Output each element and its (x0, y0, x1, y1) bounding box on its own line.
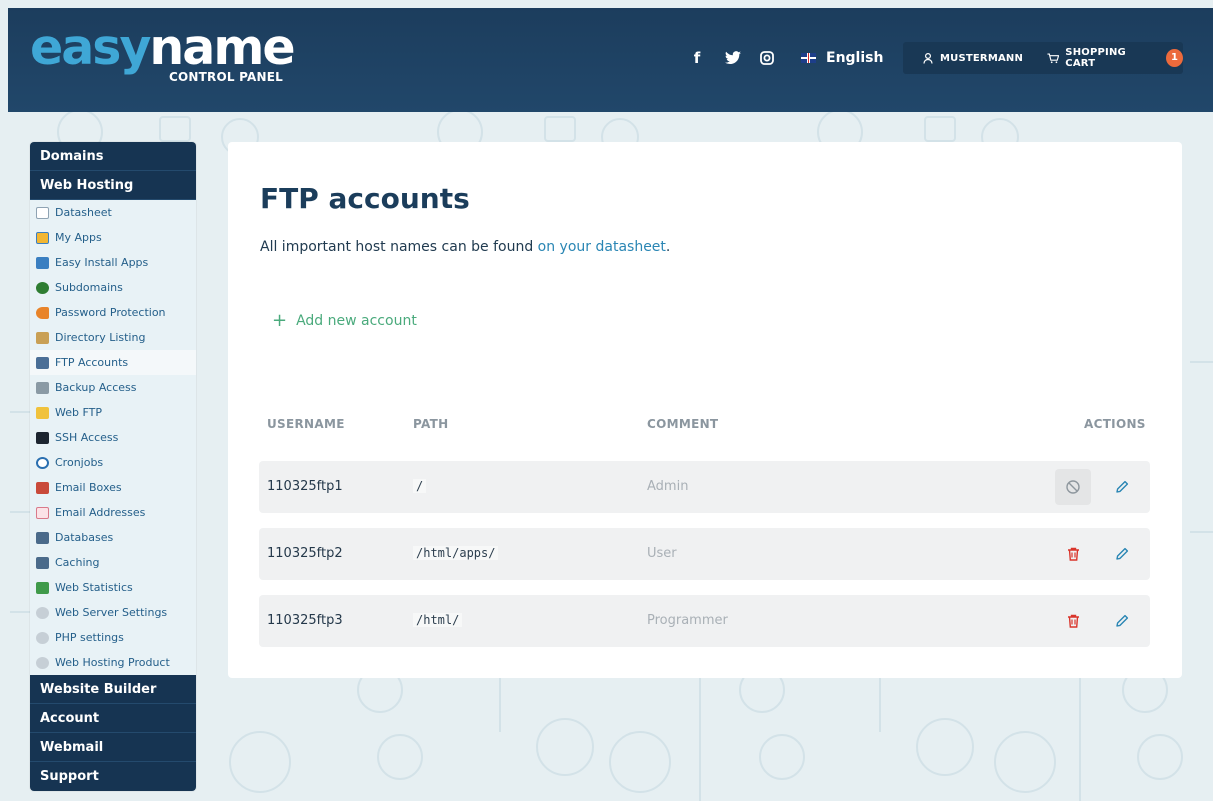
cart-label: SHOPPING CART (1065, 47, 1126, 69)
edit-button[interactable] (1104, 603, 1140, 639)
database-icon (36, 531, 49, 544)
trash-icon (1067, 614, 1079, 628)
sidebar-item-php-settings[interactable]: PHP settings (30, 625, 196, 650)
pencil-icon (1116, 480, 1129, 493)
datasheet-icon (36, 206, 49, 219)
sidebar-nav: Domains Web Hosting Datasheet My Apps Ea… (30, 142, 196, 791)
sidebar-item-web-statistics[interactable]: Web Statistics (30, 575, 196, 600)
delete-button[interactable] (1055, 603, 1091, 639)
sidebar-item-web-ftp[interactable]: Web FTP (30, 400, 196, 425)
plus-icon: + (272, 310, 288, 331)
edit-button[interactable] (1104, 469, 1140, 505)
sidebar-item-password-protection[interactable]: Password Protection (30, 300, 196, 325)
sidebar-item-email-boxes[interactable]: Email Boxes (30, 475, 196, 500)
trash-icon (1067, 547, 1079, 561)
comment-cell: Programmer (647, 613, 728, 628)
sidebar-section-support[interactable]: Support (30, 762, 196, 791)
sidebar-section-website-builder[interactable]: Website Builder (30, 675, 196, 704)
settings-icon (36, 606, 49, 619)
sidebar-item-ftp-accounts[interactable]: FTP Accounts (30, 350, 196, 375)
sidebar-section-web-hosting[interactable]: Web Hosting (30, 171, 196, 200)
sidebar-item-directory-listing[interactable]: Directory Listing (30, 325, 196, 350)
datasheet-link[interactable]: on your datasheet (538, 239, 666, 255)
table-row: 110325ftp2 /html/apps/ User (259, 528, 1150, 580)
twitter-icon[interactable] (725, 48, 741, 68)
install-icon (36, 256, 49, 269)
username-label: MUSTERMANN (940, 52, 1024, 64)
cart-count-badge: 1 (1166, 49, 1183, 67)
add-new-account-button[interactable]: + Add new account (272, 310, 417, 331)
sidebar-section-domains[interactable]: Domains (30, 142, 196, 171)
globe-icon (36, 281, 49, 294)
sidebar-item-web-hosting-product[interactable]: Web Hosting Product (30, 650, 196, 675)
clock-icon (36, 456, 49, 469)
user-icon (923, 52, 933, 64)
statistics-icon (36, 581, 49, 594)
path-cell: / (413, 479, 427, 493)
cache-icon (36, 556, 49, 569)
sidebar-item-subdomains[interactable]: Subdomains (30, 275, 196, 300)
key-icon (36, 306, 49, 319)
intro-text: All important host names can be found on… (260, 239, 671, 255)
camera-icon (36, 381, 49, 394)
delete-button[interactable] (1055, 536, 1091, 572)
table-row: 110325ftp1 / Admin (259, 461, 1150, 513)
column-header-username: USERNAME (267, 417, 345, 431)
pencil-icon (1116, 614, 1129, 627)
main-panel: FTP accounts All important host names ca… (228, 142, 1182, 678)
logo-subtitle: CONTROL PANEL (169, 70, 283, 84)
pencil-icon (1116, 547, 1129, 560)
sidebar-section-account[interactable]: Account (30, 704, 196, 733)
uk-flag-icon (801, 53, 816, 63)
facebook-icon[interactable]: f (689, 48, 705, 68)
table-row: 110325ftp3 /html/ Programmer (259, 595, 1150, 647)
path-cell: /html/ (413, 613, 463, 627)
cart-icon (1047, 53, 1060, 63)
sidebar-item-backup-access[interactable]: Backup Access (30, 375, 196, 400)
shopping-cart-button[interactable]: SHOPPING CART 1 (1047, 47, 1183, 69)
username-cell: 110325ftp2 (267, 546, 343, 561)
sidebar-item-caching[interactable]: Caching (30, 550, 196, 575)
apps-icon (36, 231, 49, 244)
folder-open-icon (36, 331, 49, 344)
language-label: English (826, 50, 884, 66)
sidebar-item-easy-install-apps[interactable]: Easy Install Apps (30, 250, 196, 275)
user-bar: MUSTERMANN SHOPPING CART 1 (903, 42, 1183, 74)
instagram-icon[interactable] (760, 48, 774, 68)
column-header-actions: ACTIONS (1084, 417, 1146, 431)
username-cell: 110325ftp1 (267, 479, 343, 494)
delete-disabled-button[interactable] (1055, 469, 1091, 505)
terminal-icon (36, 431, 49, 444)
page-title: FTP accounts (260, 182, 470, 215)
comment-cell: User (647, 546, 677, 561)
top-header: easyname CONTROL PANEL f English MUSTERM… (8, 8, 1213, 112)
column-header-comment: COMMENT (647, 417, 719, 431)
user-menu[interactable]: MUSTERMANN (923, 53, 1023, 64)
blocked-icon (1066, 480, 1080, 494)
folder-icon (36, 406, 49, 419)
sidebar-item-ssh-access[interactable]: SSH Access (30, 425, 196, 450)
path-cell: /html/apps/ (413, 546, 499, 560)
sidebar-item-cronjobs[interactable]: Cronjobs (30, 450, 196, 475)
sidebar-item-databases[interactable]: Databases (30, 525, 196, 550)
column-header-path: PATH (413, 417, 449, 431)
settings-icon (36, 656, 49, 669)
sidebar-section-webmail[interactable]: Webmail (30, 733, 196, 762)
language-selector[interactable]: English (801, 47, 883, 69)
username-cell: 110325ftp3 (267, 613, 343, 628)
easyname-logo[interactable]: easyname (30, 20, 296, 76)
comment-cell: Admin (647, 479, 689, 494)
sidebar-item-my-apps[interactable]: My Apps (30, 225, 196, 250)
sidebar-item-datasheet[interactable]: Datasheet (30, 200, 196, 225)
mailbox-icon (36, 481, 49, 494)
sidebar-item-web-server-settings[interactable]: Web Server Settings (30, 600, 196, 625)
ftp-icon (36, 356, 49, 369)
edit-button[interactable] (1104, 536, 1140, 572)
sidebar-item-email-addresses[interactable]: Email Addresses (30, 500, 196, 525)
envelope-icon (36, 506, 49, 519)
settings-icon (36, 631, 49, 644)
